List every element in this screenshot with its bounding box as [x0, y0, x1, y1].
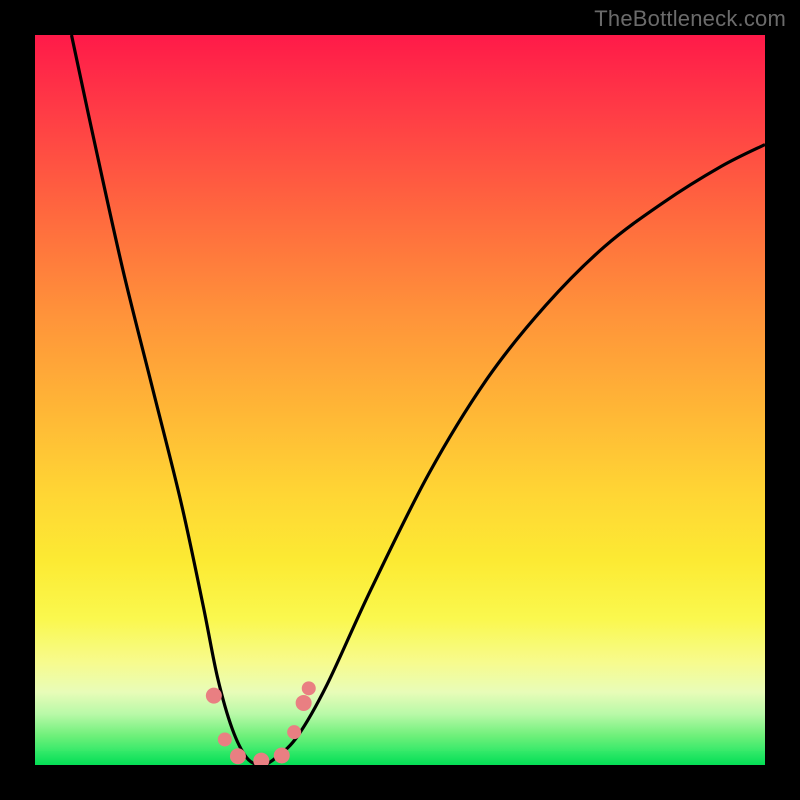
- bottleneck-curve-path: [72, 35, 766, 765]
- data-point-marker: [218, 732, 232, 746]
- data-point-marker: [302, 681, 316, 695]
- chart-svg: [35, 35, 765, 765]
- data-point-marker: [274, 748, 290, 764]
- watermark-text: TheBottleneck.com: [594, 6, 786, 32]
- bottleneck-curve: [72, 35, 766, 765]
- data-point-marker: [206, 688, 222, 704]
- data-point-marker: [296, 695, 312, 711]
- data-point-marker: [230, 748, 246, 764]
- plot-area: [35, 35, 765, 765]
- data-point-marker: [253, 753, 269, 765]
- chart-frame: TheBottleneck.com: [0, 0, 800, 800]
- data-point-marker: [287, 725, 301, 739]
